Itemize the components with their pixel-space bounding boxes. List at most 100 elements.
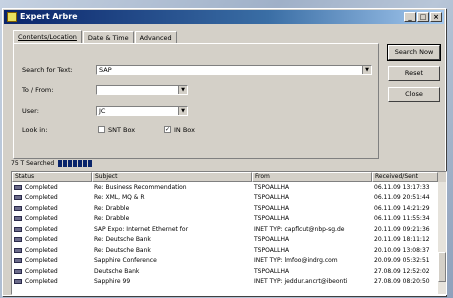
row-from: INET TYP: jeddur.ancrt@ibeonti (254, 278, 348, 286)
title-bar[interactable]: Expert Arbre _ □ × (4, 10, 444, 24)
row-status-cell: Completed (12, 236, 92, 243)
results-rows: Completed Re: Business Recommendation TSPO… (12, 182, 446, 287)
row-status-cell: Completed (12, 247, 92, 254)
row-from: TSPOALLHA (254, 183, 290, 191)
user-label: User: (22, 107, 39, 115)
row-status-cell: Completed (12, 215, 92, 222)
table-row[interactable]: Completed Re: Drabble TSPOALLHA 06.11.09 11… (12, 214, 446, 225)
close-window-button[interactable]: × (430, 12, 442, 22)
title-bar-buttons: _ □ × (404, 12, 442, 22)
row-from: INET TYP: lmfoo@indrg.com (254, 257, 338, 265)
envelope-icon (14, 184, 22, 190)
row-status: Completed (25, 183, 58, 191)
search-criteria-panel: Search for Text: SAP ▼ To / From: ▼ User… (13, 43, 379, 159)
chevron-down-icon[interactable]: ▼ (362, 66, 371, 74)
envelope-icon (14, 279, 22, 285)
row-status: Completed (25, 267, 58, 275)
column-header-status[interactable]: Status (12, 172, 92, 182)
window-title: Expert Arbre (20, 12, 78, 21)
row-status-cell: Completed (12, 268, 92, 275)
chevron-down-icon[interactable]: ▼ (178, 107, 187, 115)
row-status-cell: Completed (12, 257, 92, 264)
table-row[interactable]: Completed Re: Drabble TSPOALLHA 06.11.09 14… (12, 203, 446, 214)
find-window: Expert Arbre _ □ × Contents/Location Dat… (2, 8, 447, 296)
search-text-input[interactable]: SAP ▼ (96, 65, 372, 75)
vertical-scrollbar[interactable] (438, 182, 446, 294)
table-row[interactable]: Completed Re: XML, MQ & R TSPOALLHA 06.11.0… (12, 193, 446, 204)
row-status: Completed (25, 257, 58, 265)
results-header: Status Subject From Received/Sent (12, 172, 446, 182)
row-subject: Re: Deutsche Bank (94, 246, 151, 254)
row-from: TSPOALLHA (254, 194, 290, 202)
maximize-button[interactable]: □ (417, 12, 429, 22)
envelope-icon (14, 247, 22, 253)
row-received: 27.08.09 08:20:50 (374, 278, 430, 286)
row-status: Completed (25, 278, 58, 286)
table-row[interactable]: Completed Sapphire Conference INET TYP: lm… (12, 256, 446, 267)
row-received: 06.11.09 14:21:29 (374, 204, 430, 212)
row-subject: Re: Business Recommendation (94, 183, 187, 191)
tab-contents-location[interactable]: Contents/Location (13, 30, 82, 43)
row-from: TSPOALLHA (254, 267, 290, 275)
envelope-icon (14, 226, 22, 232)
sent-box-checkbox[interactable] (98, 126, 105, 133)
row-received: 06.11.09 11:55:34 (374, 215, 430, 223)
user-select[interactable]: JC ▼ (96, 106, 188, 116)
row-status: Completed (25, 246, 58, 254)
row-from: TSPOALLHA (254, 236, 290, 244)
close-button[interactable]: Close (388, 87, 440, 102)
envelope-icon (14, 258, 22, 264)
chevron-down-icon[interactable]: ▼ (178, 86, 187, 94)
to-from-label: To / From: (22, 86, 54, 94)
search-text-label: Search for Text: (22, 66, 73, 74)
row-status: Completed (25, 236, 58, 244)
row-subject: Re: Deutsche Bank (94, 236, 151, 244)
table-row[interactable]: Completed Sapphire 99 INET TYP: jeddur.anc… (12, 277, 446, 288)
envelope-icon (14, 268, 22, 274)
in-box-checkbox[interactable]: ✓ (164, 126, 171, 133)
row-received: 20.09.09 05:32:51 (374, 257, 430, 265)
sent-box-label: SNT Box (108, 126, 136, 134)
row-received: 06.11.09 13:17:33 (374, 183, 430, 191)
user-value: JC (99, 107, 106, 115)
envelope-icon (14, 237, 22, 243)
row-from: TSPOALLHA (254, 246, 290, 254)
column-header-from[interactable]: From (252, 172, 372, 182)
row-status: Completed (25, 204, 58, 212)
row-status: Completed (25, 194, 58, 202)
reset-button[interactable]: Reset (388, 66, 440, 81)
to-from-input[interactable]: ▼ (96, 85, 188, 95)
row-from: TSPOALLHA (254, 204, 290, 212)
minimize-button[interactable]: _ (404, 12, 416, 22)
table-row[interactable]: Completed Re: Deutsche Bank TSPOALLHA 20.11… (12, 235, 446, 246)
row-received: 06.11.09 20:51:44 (374, 194, 430, 202)
row-status-cell: Completed (12, 205, 92, 212)
search-status: 75 T Searched (11, 160, 93, 167)
row-subject: Re: Drabble (94, 215, 130, 223)
row-from: TSPOALLHA (254, 215, 290, 223)
row-status-cell: Completed (12, 194, 92, 201)
search-now-button[interactable]: Search Now (387, 44, 441, 61)
scrollbar-thumb[interactable] (438, 252, 446, 282)
table-row[interactable]: Completed Deutsche Bank TSPOALLHA 27.08.09 … (12, 266, 446, 277)
row-status: Completed (25, 225, 58, 233)
results-list[interactable]: Status Subject From Received/Sent Comple… (11, 171, 447, 295)
search-text-value: SAP (99, 66, 112, 74)
row-from: INET TYP: capflcut@nbp-sg.de (254, 225, 345, 233)
status-text: 75 T Searched (11, 160, 55, 167)
row-received: 27.08.09 12:52:02 (374, 267, 430, 275)
row-subject: Re: Drabble (94, 204, 130, 212)
row-subject: SAP Expo: Internet Ethernet for (94, 225, 189, 233)
row-received: 20.11.09 09:21:36 (374, 225, 430, 233)
column-header-received[interactable]: Received/Sent (372, 172, 438, 182)
row-subject: Sapphire Conference (94, 257, 157, 265)
table-row[interactable]: Completed SAP Expo: Internet Ethernet for… (12, 224, 446, 235)
row-subject: Re: XML, MQ & R (94, 194, 145, 202)
progress-bar (58, 160, 93, 167)
look-in-label: Look in: (22, 126, 48, 134)
table-row[interactable]: Completed Re: Business Recommendation TSPO… (12, 182, 446, 193)
envelope-icon (14, 195, 22, 201)
row-status: Completed (25, 215, 58, 223)
column-header-subject[interactable]: Subject (92, 172, 252, 182)
table-row[interactable]: Completed Re: Deutsche Bank TSPOALLHA 20.10… (12, 245, 446, 256)
